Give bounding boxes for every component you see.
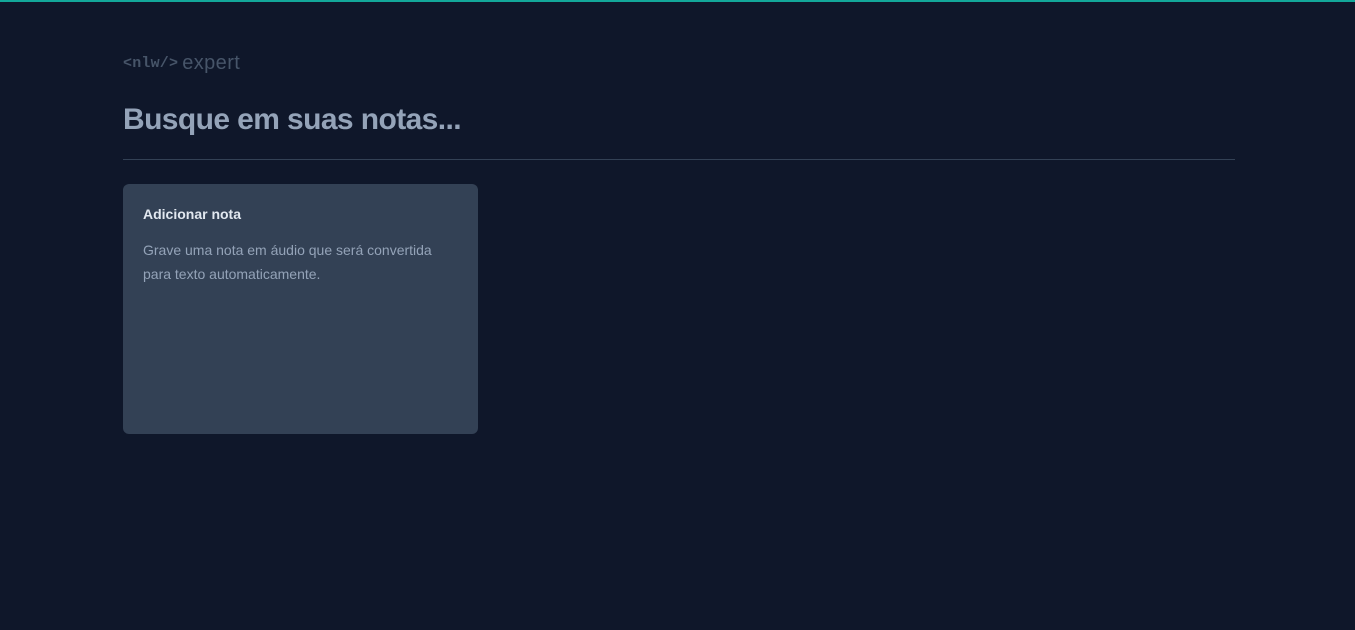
- search-form: [123, 97, 1235, 143]
- logo-wordmark: expert: [182, 51, 241, 74]
- nlw-expert-logo: <nlw/> expert: [123, 52, 240, 74]
- logo-code-mark: <nlw/>: [123, 54, 179, 72]
- add-note-card[interactable]: Adicionar nota Grave uma nota em áudio q…: [123, 184, 478, 434]
- add-note-title: Adicionar nota: [143, 206, 242, 222]
- page-container: <nlw/> expert Adicionar nota Grave uma n…: [123, 0, 1235, 630]
- search-input[interactable]: [123, 97, 1235, 143]
- search-divider: [123, 159, 1235, 160]
- notes-grid: Adicionar nota Grave uma nota em áudio q…: [123, 184, 1235, 434]
- add-note-description: Grave uma nota em áudio que será convert…: [143, 242, 432, 282]
